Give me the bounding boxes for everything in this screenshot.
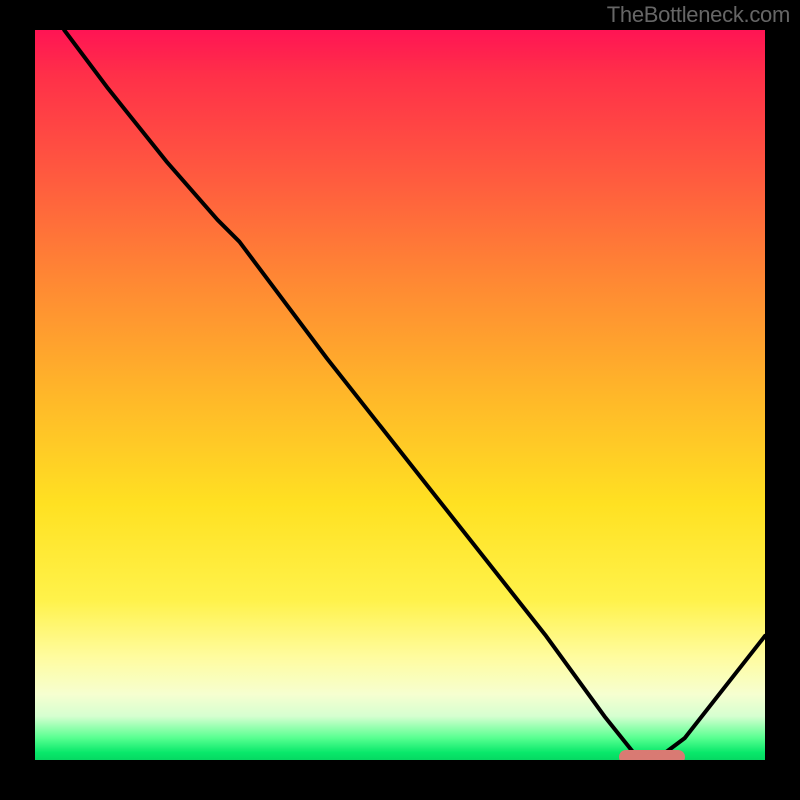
chart-container: TheBottleneck.com [0,0,800,800]
watermark-text: TheBottleneck.com [607,2,790,28]
optimal-zone-marker [619,750,685,760]
curve-layer [35,30,765,760]
plot-frame [35,30,765,760]
bottleneck-curve [64,30,765,760]
plot-area [35,30,765,760]
